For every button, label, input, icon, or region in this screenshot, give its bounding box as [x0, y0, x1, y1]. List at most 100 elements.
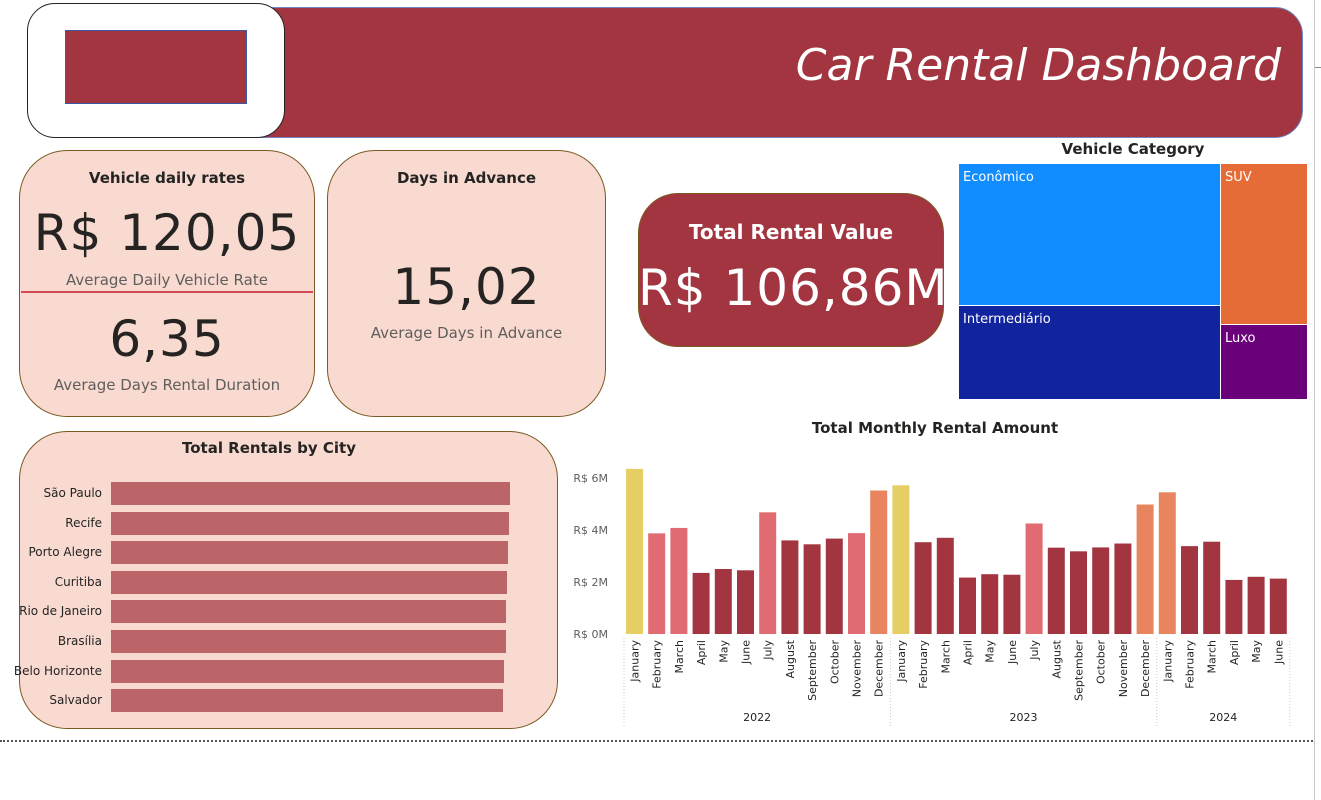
- monthly-bar[interactable]: [648, 533, 666, 634]
- monthly-bar[interactable]: [626, 468, 643, 634]
- month-tick-label: April: [962, 640, 975, 665]
- monthly-bar[interactable]: [892, 485, 910, 634]
- monthly-bar[interactable]: [848, 533, 865, 634]
- y-tick-label: R$ 6M: [573, 472, 608, 485]
- canvas-boundary: [0, 740, 1313, 742]
- month-tick-label: January: [629, 640, 642, 683]
- monthly-bar[interactable]: [1047, 547, 1065, 634]
- month-tick-label: February: [1184, 640, 1197, 689]
- days-advance-title: Days in Advance: [396, 169, 537, 187]
- monthly-bar[interactable]: [714, 569, 732, 634]
- rental-duration-subtitle: Average Days Rental Duration: [53, 376, 281, 394]
- monthly-bar[interactable]: [1225, 579, 1243, 634]
- month-tick-label: October: [1095, 640, 1108, 684]
- month-tick-label: October: [828, 640, 841, 684]
- monthly-bar[interactable]: [870, 490, 888, 634]
- y-tick-label: R$ 2M: [573, 576, 608, 589]
- city-bar[interactable]: [111, 600, 506, 624]
- total-rental-value: R$ 106,86M: [638, 259, 949, 317]
- city-label: Curitiba: [54, 574, 102, 589]
- city-bar[interactable]: [111, 541, 508, 565]
- month-tick-label: June: [740, 640, 753, 665]
- year-group-label: 2024: [1209, 711, 1237, 724]
- monthly-bar[interactable]: [737, 570, 754, 634]
- month-tick-label: August: [784, 639, 797, 678]
- monthly-bar[interactable]: [1136, 504, 1154, 634]
- month-tick-label: May: [717, 640, 730, 663]
- city-bar[interactable]: [111, 511, 509, 535]
- monthly-bar[interactable]: [936, 537, 954, 634]
- monthly-bar[interactable]: [1247, 576, 1265, 634]
- year-group-label: 2023: [1010, 711, 1038, 724]
- month-tick-label: July: [762, 640, 775, 661]
- city-bar[interactable]: [111, 570, 507, 594]
- monthly-bar[interactable]: [781, 540, 799, 634]
- month-tick-label: September: [1073, 640, 1086, 701]
- month-tick-label: November: [1117, 640, 1130, 698]
- monthly-bar[interactable]: [825, 538, 843, 634]
- month-tick-label: August: [1050, 639, 1063, 678]
- monthly-bar[interactable]: [1025, 523, 1043, 635]
- month-tick-label: May: [1250, 640, 1263, 663]
- monthly-bar[interactable]: [1269, 578, 1287, 634]
- monthly-bar[interactable]: [1158, 492, 1176, 634]
- month-tick-label: June: [1272, 640, 1285, 665]
- monthly-bar[interactable]: [914, 542, 932, 634]
- treemap-tile-intermediario[interactable]: Intermediário: [958, 305, 1221, 400]
- y-tick-label: R$ 4M: [573, 524, 608, 537]
- monthly-bar[interactable]: [670, 527, 688, 634]
- month-tick-label: February: [917, 640, 930, 689]
- city-bar[interactable]: [111, 482, 510, 505]
- vertical-scrollbar[interactable]: [1314, 0, 1315, 800]
- monthly-bar[interactable]: [1070, 551, 1087, 634]
- monthly-bar[interactable]: [981, 574, 999, 634]
- monthly-bar[interactable]: [1114, 543, 1132, 634]
- total-rental-title: Total Rental Value: [688, 220, 894, 244]
- month-tick-label: September: [806, 640, 819, 701]
- monthly-bar[interactable]: [1203, 541, 1221, 634]
- monthly-bar[interactable]: [803, 544, 821, 634]
- city-label: São Paulo: [43, 486, 102, 500]
- daily-rates-title: Vehicle daily rates: [88, 169, 246, 187]
- city-label: Porto Alegre: [28, 545, 102, 560]
- city-rentals-title: Total Rentals by City: [181, 439, 357, 457]
- kpi-divider: [21, 291, 313, 293]
- treemap-label: Luxo: [1225, 331, 1256, 346]
- days-advance-subtitle: Average Days in Advance: [370, 324, 563, 342]
- treemap-label: SUV: [1225, 170, 1252, 185]
- monthly-bar[interactable]: [1003, 574, 1021, 634]
- monthly-bar[interactable]: [692, 572, 710, 634]
- month-tick-label: December: [873, 640, 886, 698]
- city-bar[interactable]: [111, 659, 504, 683]
- treemap-tile-luxo[interactable]: Luxo: [1220, 324, 1308, 400]
- days-advance-value: 15,02: [392, 258, 541, 316]
- monthly-bar[interactable]: [759, 512, 777, 634]
- month-tick-label: February: [651, 640, 664, 689]
- month-tick-label: March: [673, 640, 686, 674]
- treemap-tile-suv[interactable]: SUV: [1220, 163, 1308, 325]
- logo-placeholder: [65, 30, 247, 104]
- rental-duration-value: 6,35: [109, 310, 225, 368]
- city-bar[interactable]: [111, 630, 506, 653]
- monthly-bar[interactable]: [1092, 547, 1110, 634]
- treemap-tile-economico[interactable]: Econômico: [958, 163, 1221, 306]
- city-label: Belo Horizonte: [13, 663, 102, 678]
- monthly-bar[interactable]: [959, 577, 976, 634]
- monthly-chart-title: Total Monthly Rental Amount: [811, 419, 1059, 437]
- month-tick-label: March: [939, 640, 952, 674]
- month-tick-label: March: [1206, 640, 1219, 674]
- city-label: Rio de Janeiro: [19, 604, 102, 619]
- year-group-label: 2022: [743, 711, 771, 724]
- month-tick-label: January: [1161, 640, 1174, 683]
- month-tick-label: July: [1028, 640, 1041, 661]
- monthly-bar[interactable]: [1181, 546, 1198, 634]
- month-tick-label: December: [1139, 640, 1152, 698]
- month-tick-label: May: [984, 640, 997, 663]
- daily-rate-value: R$ 120,05: [33, 204, 301, 262]
- month-tick-label: April: [695, 640, 708, 665]
- scrollbar-marker: [1315, 67, 1321, 68]
- city-label: Salvador: [49, 693, 102, 708]
- city-bar[interactable]: [111, 689, 504, 713]
- y-tick-label: R$ 0M: [573, 628, 608, 641]
- page-title: Car Rental Dashboard: [795, 40, 1281, 91]
